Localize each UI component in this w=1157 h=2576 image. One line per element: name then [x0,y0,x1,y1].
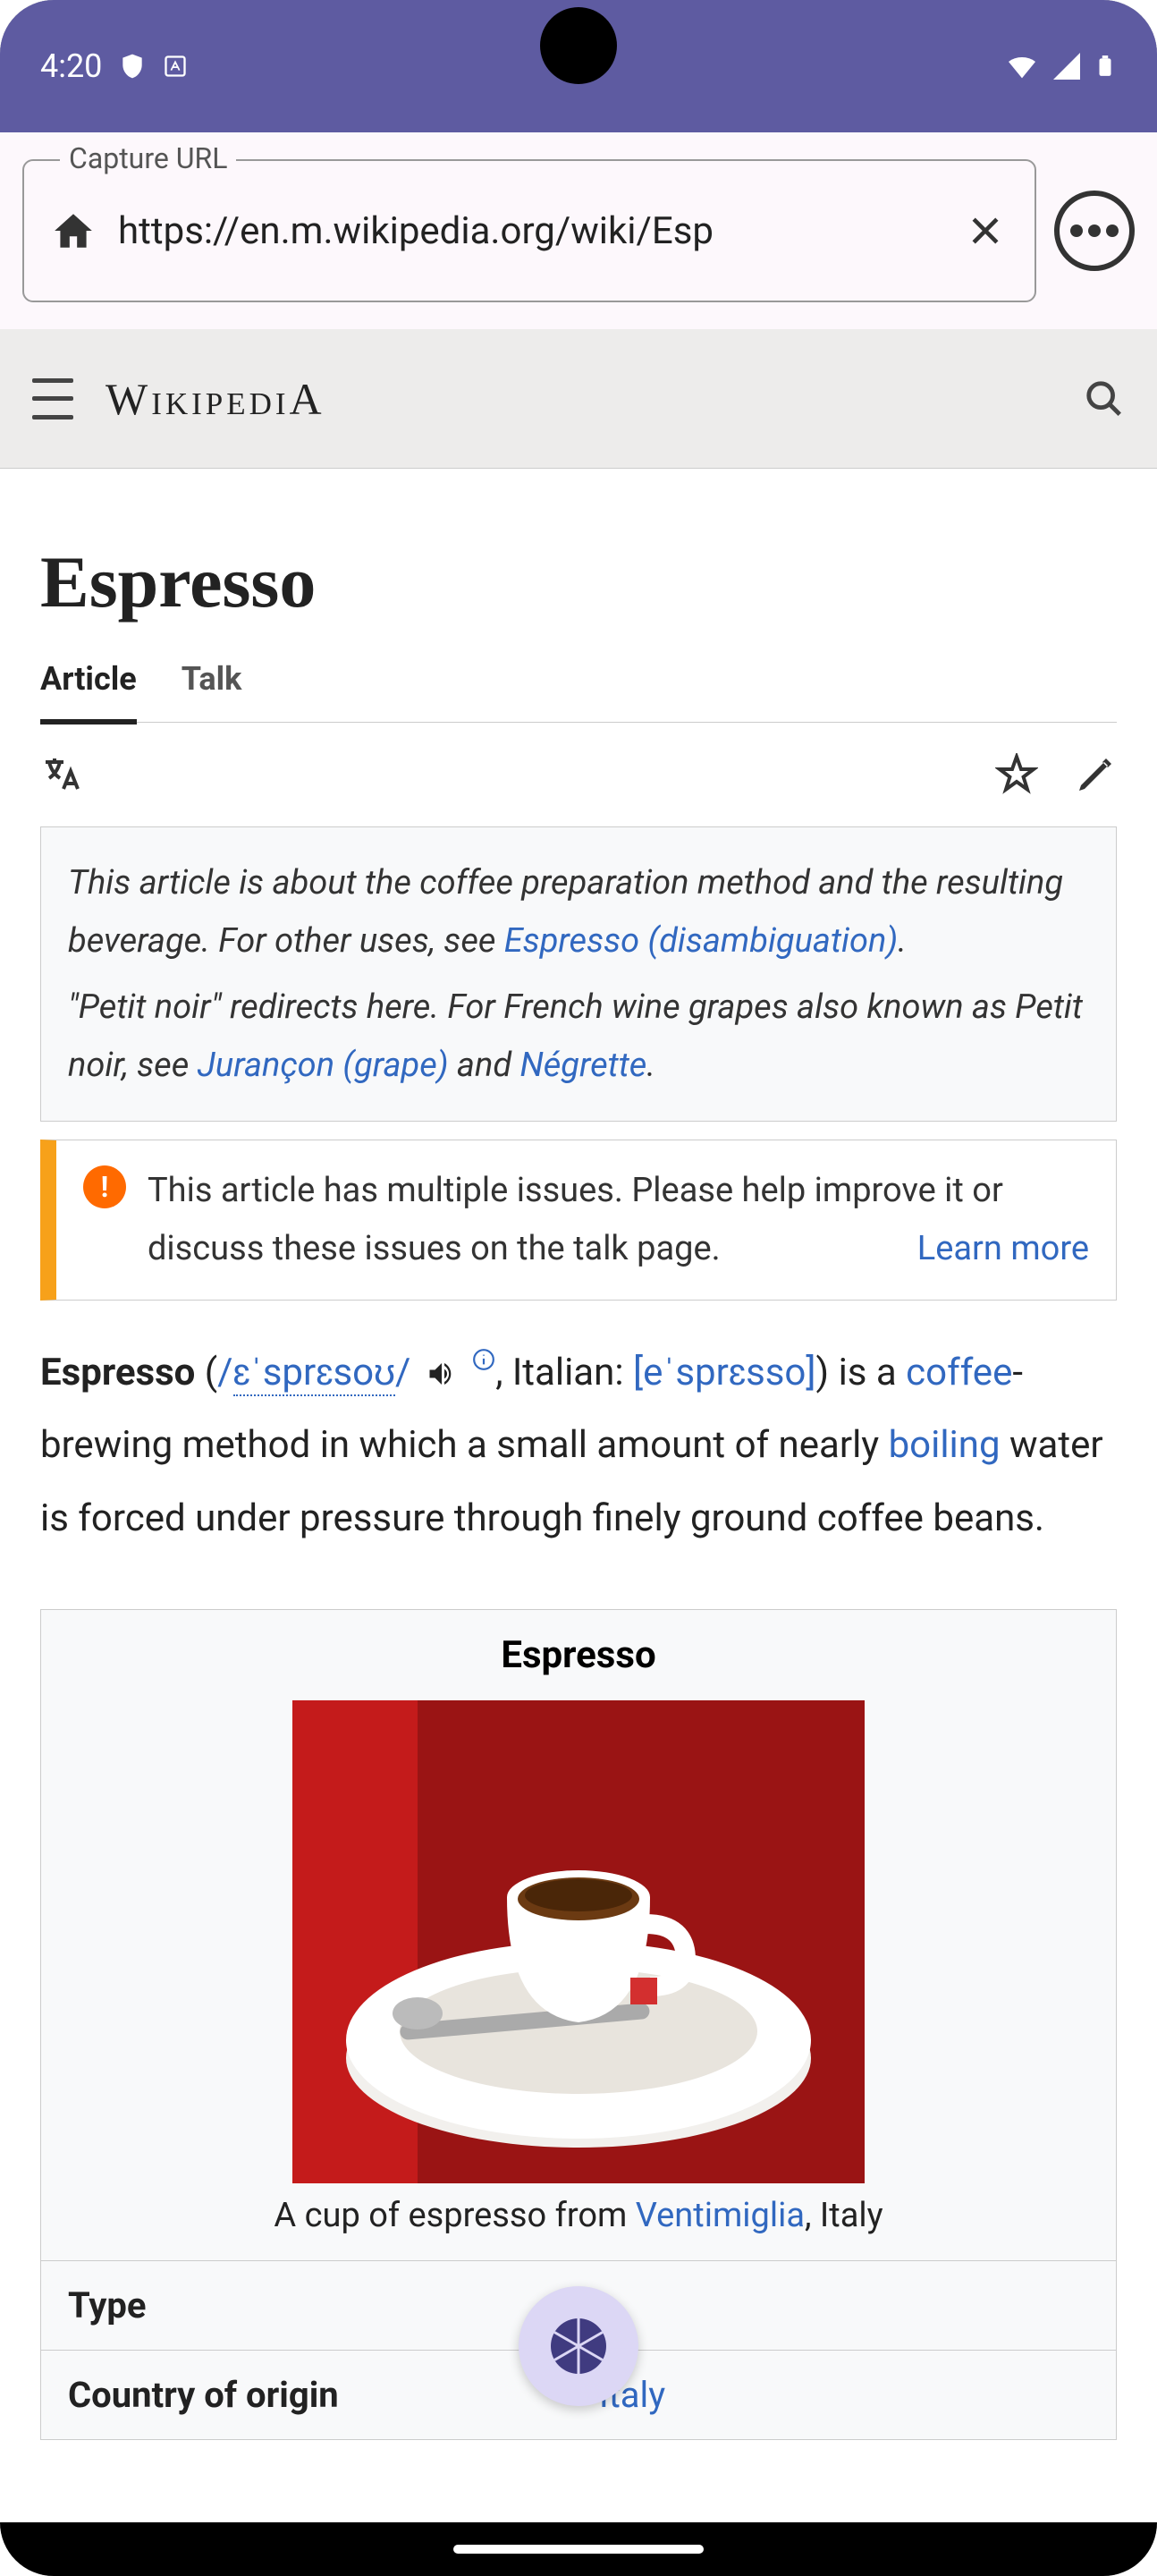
aperture-icon [551,2318,606,2374]
link-boiling[interactable]: boiling [889,1423,1001,1467]
link-negrette[interactable]: Négrette [519,1046,646,1085]
caption-pre: A cup of espresso from [274,2196,635,2235]
main-menu-button[interactable] [32,378,73,419]
camera-fab[interactable] [519,2286,638,2406]
caption-post: , Italy [805,2196,883,2235]
infobox-image[interactable] [292,1700,865,2183]
page-content: Espresso Article Talk This article is ab… [0,469,1157,2440]
app-badge-icon [163,54,188,79]
language-icon[interactable] [40,753,83,796]
tab-article[interactable]: Article [40,660,137,724]
audio-icon[interactable] [426,1358,458,1390]
url-capture-bar: Capture URL https://en.m.wikipedia.org/w… [0,132,1157,329]
url-field[interactable]: Capture URL https://en.m.wikipedia.org/w… [22,159,1036,302]
link-ventimiglia[interactable]: Ventimiglia [636,2196,805,2235]
close-icon [966,211,1005,250]
more-horizontal-icon [1070,225,1119,237]
ipa-slash2[interactable]: / [395,1351,410,1394]
infobox-label-type: Type [68,2284,599,2326]
site-logo[interactable]: WikipediA [106,373,1051,425]
search-button[interactable] [1084,378,1125,419]
page-tabs: Article Talk [40,660,1117,723]
shield-icon [118,52,147,80]
battery-icon [1094,48,1117,84]
signal-icon [1051,50,1083,82]
infobox-title: Espresso [41,1610,1116,1700]
hatnote1-post: . [898,921,907,961]
infobox-caption: A cup of espresso from Ventimiglia, Ital… [41,2183,1116,2260]
learn-more-link[interactable]: Learn more [917,1220,1089,1278]
hatnote2-post: . [646,1046,655,1085]
page-title: Espresso [40,469,1117,660]
more-options-button[interactable] [1054,191,1135,271]
info-icon[interactable] [472,1348,495,1371]
link-jurancon[interactable]: Jurançon (grape) [198,1046,449,1085]
issues-box: ! This article has multiple issues. Plea… [40,1140,1117,1300]
link-coffee[interactable]: coffee [906,1351,1012,1394]
tab-talk[interactable]: Talk [182,660,242,722]
lead-bold: Espresso [40,1351,195,1394]
hatnote2-mid: and [449,1046,520,1085]
nav-handle[interactable] [453,2545,704,2554]
lead-paragraph: Espresso (/ɛˈsprɛsoʊ/ , Italian: [eˈsprɛ… [40,1327,1117,1610]
status-time: 4:20 [40,47,102,85]
hatnote-box: This article is about the coffee prepara… [40,826,1117,1122]
home-icon[interactable] [51,208,96,253]
site-header: WikipediA [0,329,1157,469]
clear-url-button[interactable] [963,208,1008,253]
watch-star-icon[interactable] [995,753,1038,796]
camera-notch [540,7,617,84]
italian-label: , Italian: [495,1351,633,1394]
edit-pencil-icon[interactable] [1074,753,1117,796]
url-text: https://en.m.wikipedia.org/wiki/Esp [118,209,941,253]
ipa-italian[interactable]: [eˈsprɛsso] [633,1351,816,1394]
issues-text: This article has multiple issues. Please… [148,1171,1003,1268]
link-disambiguation[interactable]: Espresso (disambiguation) [504,921,899,961]
ipa-slash1[interactable]: / [217,1351,232,1394]
lead-open: ( [195,1351,217,1394]
infobox-value-type: t [599,2284,1089,2326]
infobox-label-country: Country of origin [68,2374,599,2416]
system-nav-bar [0,2522,1157,2576]
warning-icon: ! [83,1165,126,1208]
wifi-icon [1004,48,1040,84]
ipa-english[interactable]: ɛˈsprɛsoʊ [233,1351,396,1396]
lead-post1: ) is a [816,1351,907,1394]
url-legend: Capture URL [60,141,236,175]
page-tools [40,723,1117,826]
